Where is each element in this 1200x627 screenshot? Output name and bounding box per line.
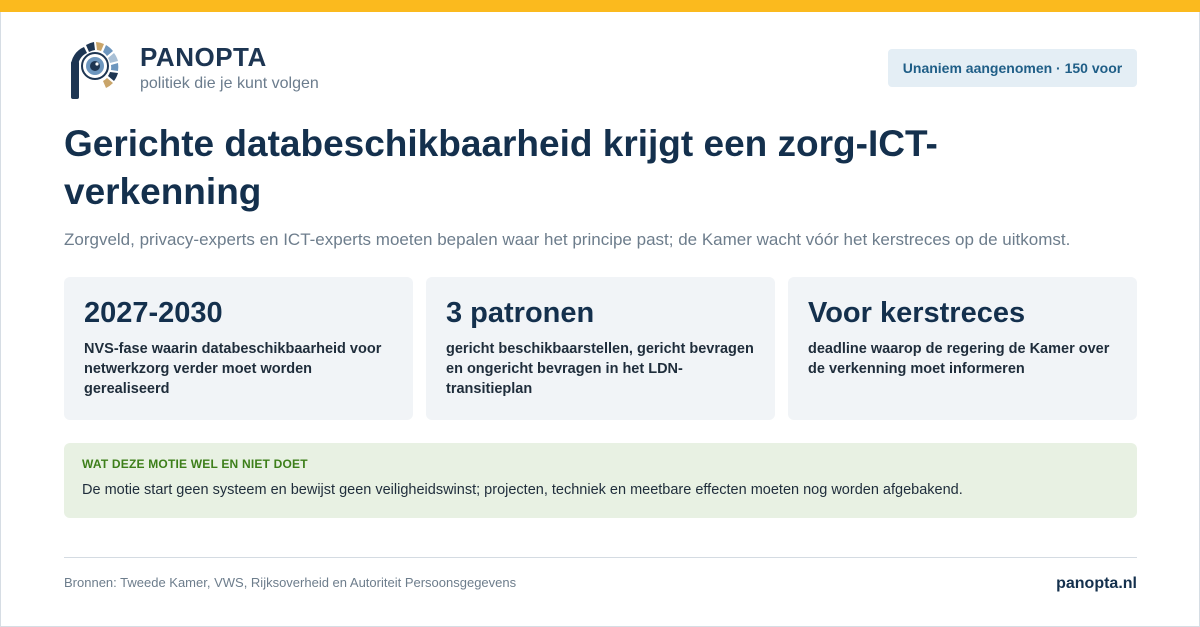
footer-divider	[64, 557, 1137, 558]
stat-card-patterns: 3 patronen gericht beschikbaarstellen, g…	[426, 277, 775, 420]
vote-status-badge: Unaniem aangenomen · 150 voor	[888, 49, 1137, 87]
sources-text: Bronnen: Tweede Kamer, VWS, Rijksoverhei…	[64, 575, 517, 590]
page-title: Gerichte databeschikbaarheid krijgt een …	[64, 123, 938, 212]
stat-value: 2027-2030	[84, 297, 223, 329]
stat-description: NVS-fase waarin databeschikbaarheid voor…	[84, 341, 382, 397]
stat-card-period: 2027-2030 NVS-fase waarin databeschikbaa…	[64, 277, 413, 420]
brand-tagline: politiek die je kunt volgen	[140, 75, 319, 92]
panopta-eye-logo-icon	[68, 41, 122, 99]
stat-card-deadline: Voor kerstreces deadline waarop de reger…	[788, 277, 1137, 420]
brand-name: PANOPTA	[140, 42, 267, 72]
stat-description: gericht beschikbaarstellen, gericht bevr…	[446, 341, 754, 397]
page-subtitle: Zorgveld, privacy-experts en ICT-experts…	[64, 230, 1071, 249]
accent-top-bar	[0, 0, 1200, 12]
stat-value: Voor kerstreces	[808, 297, 1026, 329]
site-link[interactable]: panopta.nl	[1056, 575, 1137, 593]
motion-scope-note: WAT DEZE MOTIE WEL EN NIET DOET De motie…	[64, 443, 1137, 518]
stat-value: 3 patronen	[446, 297, 595, 329]
stat-description: deadline waarop de regering de Kamer ove…	[808, 341, 1110, 377]
note-text: De motie start geen systeem en bewijst g…	[82, 482, 963, 498]
note-label: WAT DEZE MOTIE WEL EN NIET DOET	[82, 457, 308, 471]
